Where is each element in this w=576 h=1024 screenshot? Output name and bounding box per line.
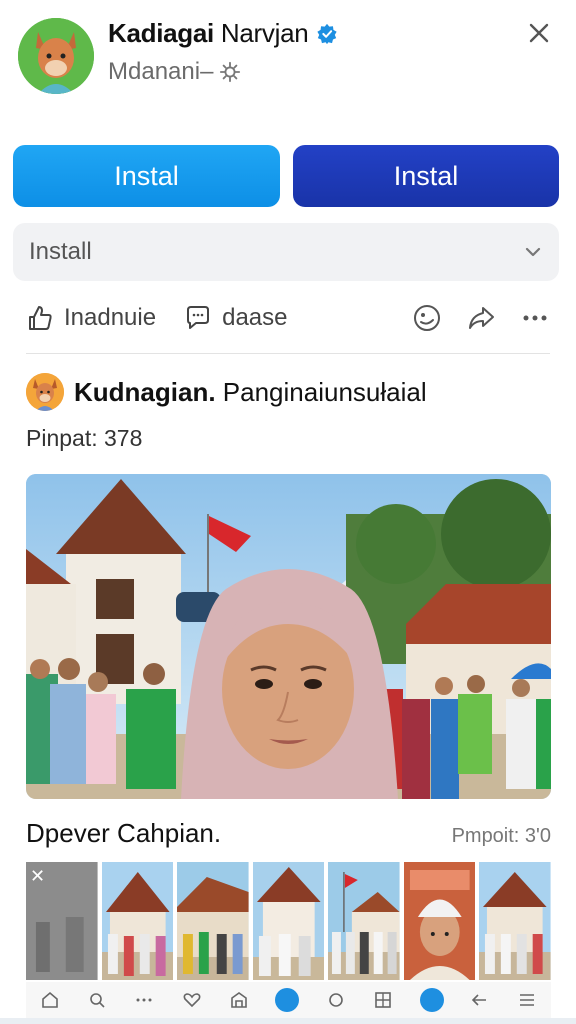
active-tab-indicator[interactable] [275,988,300,1012]
post-author-avatar[interactable] [26,373,64,411]
close-icon[interactable]: ✕ [30,866,45,887]
post-meta: Pinpat: 378 [26,425,143,451]
install-button-secondary[interactable]: Instal [293,145,559,207]
thumbnail-6[interactable] [403,862,476,980]
thumbnail-image [403,862,476,980]
profile-header: Kadiagai Narvjan Mdanani– [0,0,576,120]
post-title: Kudnagian. Panginaiunsułaial [74,377,427,408]
fox-avatar-icon [18,18,94,94]
thumbnail-image [328,862,400,980]
caption-meta: Pmpoit: 3'0 [451,825,551,847]
fox-avatar-icon [26,373,64,411]
like-button[interactable]: Inadnuie [26,304,156,332]
thumbnail-image [101,862,174,980]
profile-name-rest: Narvjan [220,18,309,48]
reaction-icon[interactable] [412,303,442,333]
profile-subtitle: Mdanani– [108,58,214,85]
post-photo[interactable] [26,474,551,799]
post-header: Kudnagian. Panginaiunsułaial [26,373,427,411]
comment-button[interactable]: daase [184,304,287,332]
thumbnail-image [177,862,249,980]
caption-row: Dpever Cahpian. Pmpoit: 3'0 [26,818,551,849]
like-label: Inadnuie [64,304,157,331]
thumbnail-3[interactable] [177,862,249,980]
install-dropdown-value: Install [29,238,92,265]
caption-text: Dpever Cahpian. [26,818,222,848]
post-title-bold: Kudnagian. [74,376,216,407]
thumbnail-5[interactable] [328,862,400,980]
comment-icon [187,306,210,329]
divider [26,353,550,354]
grid-icon[interactable] [372,989,394,1011]
install-dropdown[interactable]: Install [13,223,559,281]
thumbnail-4[interactable] [252,862,325,980]
comment-label: daase [222,304,288,331]
bottom-strip [0,1018,576,1024]
village-photo-image [26,474,551,799]
install-button-primary[interactable]: Instal [13,145,280,207]
post-title-rest: Panginaiunsułaial [222,376,427,407]
store-icon[interactable] [228,989,250,1011]
thumbnail-1[interactable]: ✕ [26,862,98,980]
menu-icon[interactable] [516,989,538,1011]
share-icon[interactable] [466,303,496,333]
thumbnail-strip: ✕ [26,862,552,980]
heart-icon[interactable] [181,989,203,1011]
thumbnail-7[interactable] [479,862,552,980]
chevron-down-icon [525,247,541,257]
active-tab-indicator[interactable] [419,988,444,1012]
bottom-toolbar [26,982,551,1018]
profile-avatar[interactable] [18,18,94,94]
thumbnail-image [479,862,552,980]
action-row: Inadnuie daase [26,294,550,342]
search-icon[interactable] [86,989,108,1011]
back-icon[interactable] [469,989,491,1011]
profile-name-bold: Kadiagai [108,18,214,48]
verified-badge-icon [317,23,338,44]
close-icon[interactable] [524,18,554,48]
profile-name: Kadiagai Narvjan [108,18,309,49]
home-icon[interactable] [39,989,61,1011]
thumbs-up-icon [29,306,52,330]
circle-icon[interactable] [325,989,347,1011]
more-options-icon[interactable] [133,989,155,1011]
gear-icon[interactable] [219,61,241,83]
more-options-icon[interactable] [520,303,550,333]
thumbnail-2[interactable] [101,862,174,980]
thumbnail-image [252,862,325,980]
